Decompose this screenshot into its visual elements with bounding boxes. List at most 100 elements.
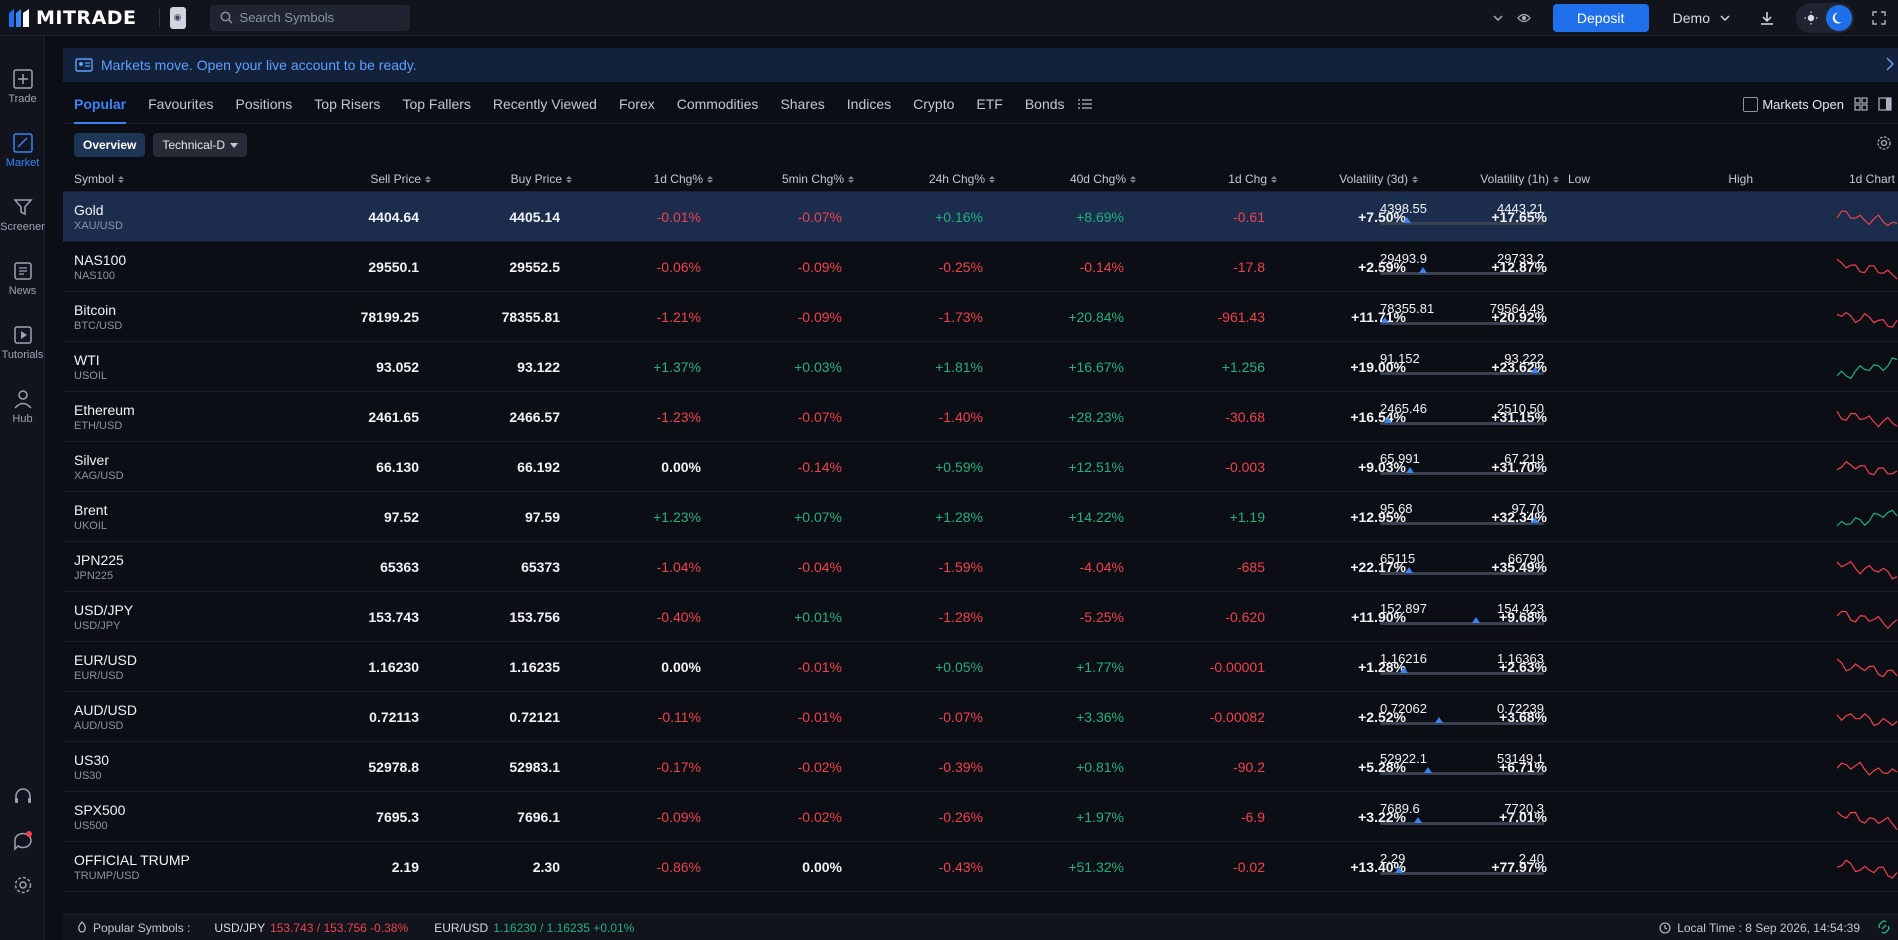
sparkline-chart[interactable] bbox=[1836, 652, 1898, 682]
account-switcher[interactable]: Demo bbox=[1673, 10, 1730, 26]
table-row[interactable]: Gold XAU/USD 4404.64 4405.14 -0.01% -0.07% +0.… bbox=[63, 192, 1898, 242]
theme-toggle[interactable] bbox=[1796, 3, 1854, 33]
deposit-button[interactable]: Deposit bbox=[1552, 4, 1649, 32]
nav-tutorials[interactable]: Tutorials bbox=[0, 324, 45, 361]
table-row[interactable]: Brent UKOIL 97.52 97.59 +1.23% +0.07% +1.28% +1… bbox=[63, 492, 1898, 542]
table-row[interactable]: Ethereum ETH/USD 2461.65 2466.57 -1.23% -0.07… bbox=[63, 392, 1898, 442]
symbol-cell[interactable]: SPX500 US500 bbox=[74, 792, 125, 842]
sparkline-chart[interactable] bbox=[1836, 552, 1898, 582]
symbol-cell[interactable]: WTI USOIL bbox=[74, 342, 107, 392]
tab-recently-viewed[interactable]: Recently Viewed bbox=[493, 84, 597, 124]
technical-dropdown[interactable]: Technical-D bbox=[153, 133, 248, 157]
symbol-cell[interactable]: US30 US30 bbox=[74, 742, 109, 792]
sparkline-chart[interactable] bbox=[1836, 252, 1898, 282]
tab-top-fallers[interactable]: Top Fallers bbox=[402, 84, 470, 124]
chat-button[interactable] bbox=[0, 830, 45, 852]
col-symbol[interactable]: Symbol bbox=[74, 166, 125, 192]
chg-40d-pct-cell: -5.25% bbox=[1079, 609, 1124, 625]
table-row[interactable]: EUR/USD EUR/USD 1.16230 1.16235 0.00% -0.01% +… bbox=[63, 642, 1898, 692]
sun-icon[interactable] bbox=[1798, 5, 1824, 31]
tab-top-risers[interactable]: Top Risers bbox=[314, 84, 380, 124]
symbol-cell[interactable]: OFFICIAL TRUMP TRUMP/USD bbox=[74, 842, 190, 892]
promo-banner[interactable]: Markets move. Open your live account to … bbox=[63, 48, 1898, 82]
sparkline-chart[interactable] bbox=[1836, 902, 1898, 907]
chg-1d-pct-cell: -0.11% bbox=[657, 709, 701, 725]
sponsor-crest-icon[interactable]: ◉ bbox=[169, 6, 186, 29]
symbol-cell[interactable]: JPN225 JPN225 bbox=[74, 542, 124, 592]
sparkline-chart[interactable] bbox=[1836, 402, 1898, 432]
day-range-bar: 4398.55 4443.21 bbox=[1380, 201, 1544, 233]
table-row[interactable]: SPX500 US500 7695.3 7696.1 -0.09% -0.02% -0.26… bbox=[63, 792, 1898, 842]
table-row[interactable]: US30 US30 52978.8 52983.1 -0.17% -0.02% -0.39%… bbox=[63, 742, 1898, 792]
symbol-cell[interactable]: Ethereum ETH/USD bbox=[74, 392, 135, 442]
sparkline-chart[interactable] bbox=[1836, 802, 1898, 832]
low-value: 2465.46 bbox=[1380, 401, 1427, 416]
symbol-cell[interactable]: AUD/USD AUD/USD bbox=[74, 692, 137, 742]
tab-etf[interactable]: ETF bbox=[976, 84, 1002, 124]
symbol-cell[interactable]: NAS100 NAS100 bbox=[74, 242, 126, 292]
sparkline-chart[interactable] bbox=[1836, 452, 1898, 482]
support-headset-button[interactable] bbox=[0, 786, 45, 808]
day-range-bar bbox=[1380, 901, 1544, 907]
nav-market[interactable]: Market bbox=[0, 132, 45, 169]
table-settings-gear-icon[interactable] bbox=[1876, 135, 1892, 151]
table-row[interactable]: Silver XAG/USD 66.130 66.192 0.00% -0.14% +0.5… bbox=[63, 442, 1898, 492]
table-row[interactable]: Micro Gold bbox=[63, 892, 1898, 907]
download-icon[interactable] bbox=[1754, 5, 1780, 31]
sparkline-chart[interactable] bbox=[1836, 202, 1898, 232]
brand-logo[interactable]: MITRADE bbox=[8, 7, 137, 29]
table-row[interactable]: OFFICIAL TRUMP TRUMP/USD 2.19 2.30 -0.86% 0.0… bbox=[63, 842, 1898, 892]
sparkline-chart[interactable] bbox=[1836, 602, 1898, 632]
sparkline-chart[interactable] bbox=[1836, 852, 1898, 882]
sparkline-chart[interactable] bbox=[1836, 702, 1898, 732]
ticker-symbol[interactable]: EUR/USD bbox=[434, 921, 488, 935]
table-row[interactable]: AUD/USD AUD/USD 0.72113 0.72121 -0.11% -0.01%… bbox=[63, 692, 1898, 742]
chevron-down-icon[interactable] bbox=[1485, 5, 1511, 31]
tab-commodities[interactable]: Commodities bbox=[677, 84, 759, 124]
symbol-name: WTI bbox=[74, 352, 100, 368]
nav-screener[interactable]: Screener bbox=[0, 196, 45, 233]
tab-positions[interactable]: Positions bbox=[235, 84, 292, 124]
table-row[interactable]: NAS100 NAS100 29550.1 29552.5 -0.06% -0.09% -0… bbox=[63, 242, 1898, 292]
symbol-cell[interactable]: Gold XAU/USD bbox=[74, 192, 123, 242]
search-box[interactable] bbox=[209, 4, 410, 31]
tab-popular[interactable]: Popular bbox=[74, 84, 127, 124]
sparkline-chart[interactable] bbox=[1836, 302, 1898, 332]
table-row[interactable]: USD/JPY USD/JPY 153.743 153.756 -0.40% +0.01%… bbox=[63, 592, 1898, 642]
moon-icon[interactable] bbox=[1826, 5, 1852, 31]
symbol-cell[interactable]: Bitcoin BTC/USD bbox=[74, 292, 122, 342]
grid-view-icon[interactable] bbox=[1854, 97, 1868, 111]
tab-crypto[interactable]: Crypto bbox=[913, 84, 954, 124]
tab-bonds[interactable]: Bonds bbox=[1025, 84, 1065, 124]
symbol-cell[interactable]: USD/JPY USD/JPY bbox=[74, 592, 133, 642]
markets-open-checkbox[interactable] bbox=[1743, 96, 1759, 112]
settings-button[interactable] bbox=[0, 874, 45, 896]
symbol-cell[interactable]: Brent UKOIL bbox=[74, 492, 107, 542]
sparkline-chart[interactable] bbox=[1836, 752, 1898, 782]
sparkline-chart[interactable] bbox=[1836, 502, 1898, 532]
chevron-right-icon[interactable] bbox=[1886, 57, 1894, 71]
tab-shares[interactable]: Shares bbox=[780, 84, 824, 124]
overview-button[interactable]: Overview bbox=[74, 133, 146, 157]
range-track bbox=[1380, 372, 1544, 375]
col-volatility-1h[interactable]: Volatility (1h) bbox=[1383, 166, 1559, 192]
search-input[interactable] bbox=[239, 10, 400, 25]
symbol-cell[interactable]: EUR/USD EUR/USD bbox=[74, 642, 137, 692]
table-row[interactable]: WTI USOIL 93.052 93.122 +1.37% +0.03% +1.81% +1… bbox=[63, 342, 1898, 392]
tab-forex[interactable]: Forex bbox=[619, 84, 655, 124]
table-row[interactable]: Bitcoin BTC/USD 78199.25 78355.81 -1.21% -0.0… bbox=[63, 292, 1898, 342]
symbol-cell[interactable]: Silver XAG/USD bbox=[74, 442, 124, 492]
eye-icon[interactable] bbox=[1511, 5, 1537, 31]
tab-favourites[interactable]: Favourites bbox=[148, 84, 213, 124]
list-icon[interactable] bbox=[1077, 98, 1092, 110]
sparkline-chart[interactable] bbox=[1836, 352, 1898, 382]
ticker-symbol[interactable]: USD/JPY bbox=[214, 921, 265, 935]
table-row[interactable]: JPN225 JPN225 65363 65373 -1.04% -0.04% -1.59%… bbox=[63, 542, 1898, 592]
panel-toggle-icon[interactable] bbox=[1878, 97, 1892, 111]
fullscreen-icon[interactable] bbox=[1866, 5, 1892, 31]
nav-news[interactable]: News bbox=[0, 260, 45, 297]
symbol-cell[interactable]: Micro Gold bbox=[74, 892, 142, 907]
nav-trade[interactable]: Trade bbox=[0, 68, 45, 105]
tab-indices[interactable]: Indices bbox=[847, 84, 891, 124]
nav-hub[interactable]: Hub bbox=[0, 388, 45, 425]
